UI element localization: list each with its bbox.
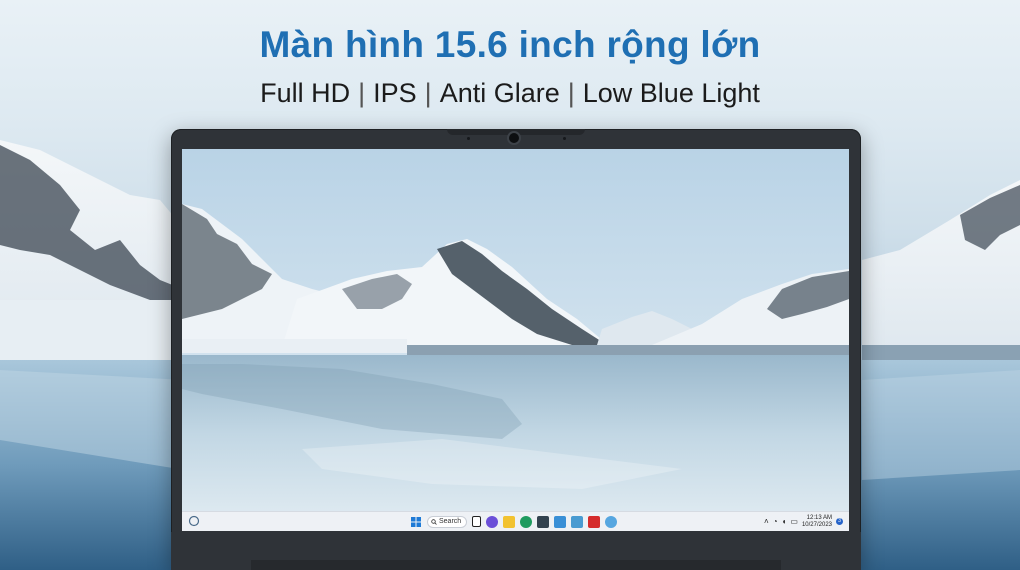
taskbar-clock[interactable]: 12:13 AM 10/27/2023 [802,515,832,528]
battery-icon[interactable]: ▭ [790,517,798,526]
mail-icon[interactable] [554,515,566,528]
clock-time: 12:13 AM [806,515,832,521]
wallpaper-image [182,149,849,531]
feature-anti-glare: Anti Glare [439,78,560,108]
taskbar-search-box[interactable]: Search [427,515,467,528]
taskbar-apps: Search [410,514,617,529]
page-title: Màn hình 15.6 inch rộng lớn [259,24,761,65]
widgets-icon[interactable] [188,515,200,527]
feature-separator: | [424,78,432,108]
lenovo-vantage-icon[interactable] [571,515,583,528]
microphone-dot [467,137,470,140]
task-view-icon[interactable] [472,516,481,527]
laptop-screen-wallpaper [182,149,849,531]
feature-low-blue-light: Low Blue Light [582,78,760,108]
search-icon [431,518,437,525]
webcam-icon [509,133,519,143]
chat-icon[interactable] [486,515,498,528]
store-icon[interactable] [537,515,549,528]
file-explorer-icon[interactable] [503,515,515,528]
system-tray: ˄ ◔ ◖ ▭ 12:13 AM 10/27/2023 3 [764,514,843,529]
feature-separator: | [567,78,575,108]
volume-icon[interactable]: ◖ [782,517,787,526]
feature-separator: | [358,78,366,108]
laptop-hinge [251,560,781,570]
edge-browser-icon[interactable] [520,515,532,528]
mcafee-icon[interactable] [588,515,600,528]
microphone-dot [563,137,566,140]
app-icon[interactable] [605,515,617,528]
clock-date: 10/27/2023 [801,521,832,528]
feature-list: Full HD | IPS | Anti Glare | Low Blue Light [0,78,1020,109]
feature-full-hd: Full HD [260,78,351,108]
search-label: Search [439,517,462,525]
windows-start-icon[interactable] [410,516,422,528]
feature-ips: IPS [373,78,417,108]
laptop-bottom-bezel [171,532,861,570]
wifi-icon[interactable]: ◔ [773,517,778,526]
windows-taskbar: Search ˄ ◔ ◖ ▭ 12:13 AM 10/27/2023 3 [182,511,849,531]
laptop: Search ˄ ◔ ◖ ▭ 12:13 AM 10/27/2023 3 [171,129,861,570]
notification-badge[interactable]: 3 [836,518,843,525]
chevron-up-icon[interactable]: ˄ [764,517,769,526]
